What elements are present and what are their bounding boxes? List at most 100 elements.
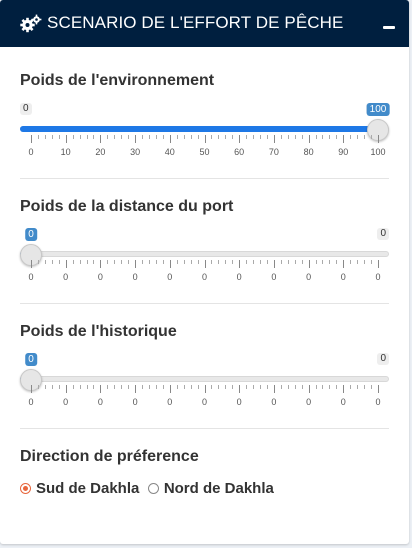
- radio-option-sud-dakhla[interactable]: Sud de Dakhla: [20, 480, 139, 497]
- environment-weight-label: Poids de l'environnement: [20, 72, 215, 89]
- slider-tick-label: 0: [201, 397, 208, 407]
- port-distance-weight-label: Poids de la distance du port: [20, 198, 234, 215]
- slider-min-label: 0: [20, 103, 32, 115]
- slider-tick-label: 0: [132, 397, 138, 407]
- slider-value-badge: 0: [25, 353, 37, 366]
- slider-tick-label: 0: [167, 272, 173, 282]
- slider-minor-tick: [37, 260, 39, 264]
- port-distance-weight-slider[interactable]: 0 0 0 0 0 0 0 0 0 0 0 0 0: [0, 228, 409, 288]
- slider-track[interactable]: [20, 376, 389, 382]
- radio-button[interactable]: [147, 483, 159, 494]
- slider-minor-tick: [294, 385, 296, 389]
- slider-minor-tick: [357, 385, 359, 389]
- slider-minor-tick: [336, 135, 338, 139]
- slider-minor-tick: [322, 260, 324, 264]
- slider-minor-tick: [225, 135, 227, 139]
- slider-tick: [135, 135, 137, 143]
- slider-minor-tick: [287, 135, 289, 139]
- slider-minor-tick: [336, 385, 338, 389]
- slider-tick-label: 80: [303, 147, 314, 157]
- slider-tick-label: 0: [306, 272, 312, 282]
- slider-value-badge: 100: [366, 103, 390, 116]
- slider-tick: [239, 260, 241, 268]
- slider-tick: [31, 260, 32, 268]
- slider-minor-tick: [315, 260, 317, 264]
- slider-tick: [343, 135, 345, 143]
- slider-tick: [65, 135, 67, 143]
- slider-minor-tick: [44, 135, 46, 139]
- slider-tick: [273, 385, 275, 393]
- divider: [20, 303, 389, 304]
- slider-tick-label: 60: [234, 147, 245, 157]
- slider-minor-tick: [211, 135, 213, 139]
- divider: [20, 428, 389, 429]
- slider-value-badge: 0: [25, 228, 37, 241]
- slider-tick-label: 70: [268, 147, 279, 157]
- slider-minor-tick: [246, 260, 248, 264]
- slider-tick-label: 0: [271, 272, 277, 282]
- slider-minor-tick: [58, 135, 60, 139]
- divider: [20, 178, 389, 179]
- slider-minor-tick: [322, 135, 324, 139]
- slider-minor-tick: [253, 385, 255, 389]
- direction-radio-group: Sud de Dakhla Nord de Dakhla: [20, 480, 278, 499]
- slider-minor-tick: [148, 260, 150, 264]
- slider-minor-tick: [350, 135, 352, 139]
- slider-tick-label: 50: [199, 147, 210, 157]
- slider-tick-label: 0: [28, 397, 34, 407]
- slider-tick: [343, 385, 345, 393]
- slider-minor-tick: [107, 135, 109, 139]
- slider-minor-tick: [72, 385, 74, 389]
- slider-tick: [135, 260, 137, 268]
- minus-icon: [383, 26, 395, 29]
- slider-tick-label: 0: [97, 397, 103, 407]
- slider-tick: [100, 135, 102, 143]
- slider-minor-tick: [329, 135, 331, 139]
- slider-minor-tick: [371, 385, 373, 389]
- slider-minor-tick: [357, 260, 359, 264]
- slider-minor-tick: [280, 135, 282, 139]
- slider-minor-tick: [190, 135, 192, 139]
- slider-minor-tick: [225, 385, 227, 389]
- slider-tick-label: 0: [28, 272, 34, 282]
- radio-option-nord-dakhla[interactable]: Nord de Dakhla: [147, 480, 274, 497]
- slider-minor-tick: [93, 385, 95, 389]
- radio-button-checked[interactable]: [20, 483, 31, 494]
- slider-tick-label: 0: [63, 272, 69, 282]
- slider-minor-tick: [364, 135, 366, 139]
- slider-tick-label: 0: [340, 272, 346, 282]
- scenario-box: SCENARIO DE L'EFFORT DE PÊCHE Poids de l…: [0, 0, 409, 544]
- slider-tick-label: 40: [164, 147, 175, 157]
- collapse-button[interactable]: [369, 10, 409, 38]
- slider-tick-label: 0: [132, 272, 138, 282]
- slider-track[interactable]: [20, 251, 389, 257]
- slider-minor-tick: [301, 385, 303, 389]
- slider-minor-tick: [301, 260, 303, 264]
- slider-minor-tick: [211, 385, 213, 389]
- slider-tick: [65, 385, 67, 393]
- slider-minor-tick: [357, 135, 359, 139]
- slider-minor-tick: [142, 135, 144, 139]
- history-weight-slider[interactable]: 0 0 0 0 0 0 0 0 0 0 0 0 0: [0, 353, 409, 413]
- slider-minor-tick: [350, 260, 352, 264]
- slider-tick: [378, 260, 379, 268]
- slider-minor-tick: [148, 135, 150, 139]
- slider-tick: [100, 385, 102, 393]
- slider-tick: [31, 135, 32, 143]
- slider-tick: [308, 385, 310, 393]
- radio-label: Sud de Dakhla: [36, 480, 140, 497]
- slider-tick: [378, 385, 379, 393]
- slider-minor-tick: [142, 260, 144, 264]
- environment-weight-slider[interactable]: 0 100 100 0102030405060708090100: [0, 103, 409, 163]
- slider-minor-tick: [260, 385, 262, 389]
- cogs-icon: [20, 14, 42, 33]
- slider-minor-tick: [232, 385, 234, 389]
- slider-tick: [308, 135, 310, 143]
- slider-minor-tick: [114, 260, 116, 264]
- slider-minor-tick: [86, 260, 88, 264]
- slider-tick-label: 0: [28, 147, 34, 157]
- slider-minor-tick: [246, 135, 248, 139]
- slider-tick: [31, 385, 32, 393]
- slider-minor-tick: [128, 385, 130, 389]
- slider-minor-tick: [364, 385, 366, 389]
